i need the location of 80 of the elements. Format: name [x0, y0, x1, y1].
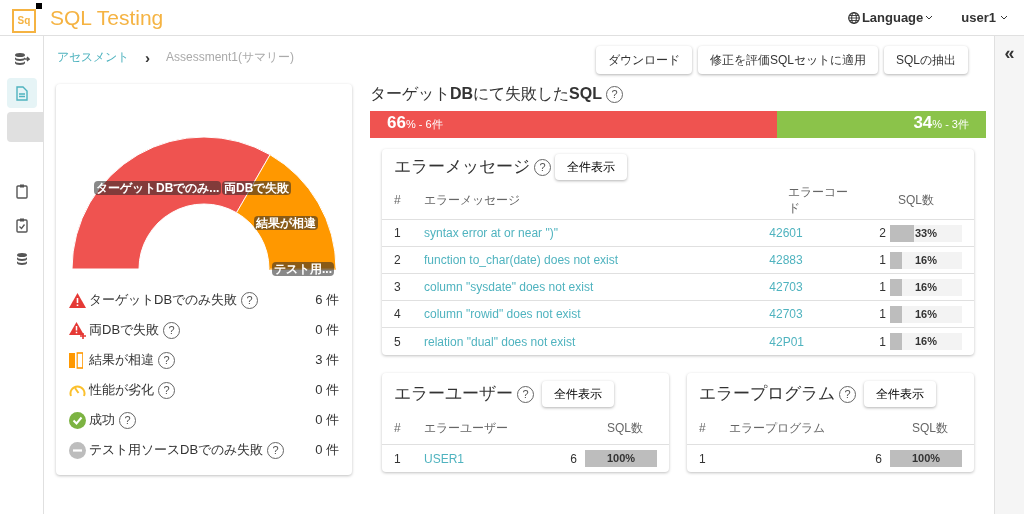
logo-mark: Sq: [12, 8, 36, 33]
document-icon: [16, 85, 28, 101]
show-all-button[interactable]: 全件表示: [555, 154, 627, 180]
column-header: SQL数: [912, 419, 949, 437]
table-cell-text: 6: [570, 450, 577, 468]
share-percent: 100%: [910, 451, 942, 467]
share-percent: 16%: [914, 306, 938, 322]
table-cell-text: 1: [879, 333, 886, 351]
clipboard-check-icon: [16, 217, 28, 233]
database-arrow-icon: [14, 52, 30, 66]
split-columns-icon: [69, 351, 83, 369]
legend-count: 0 件: [315, 411, 339, 430]
minus-circle-icon: [69, 441, 86, 459]
table-cell-text: 1: [879, 306, 886, 323]
column-header: エラープログラム: [729, 419, 826, 437]
legend-label: テスト用ソースDBでのみ失敗: [89, 441, 264, 460]
legend-label: 成功: [89, 411, 115, 430]
action-button[interactable]: 修正を評価SQLセットに適用: [697, 46, 878, 74]
language-menu[interactable]: Language: [847, 7, 934, 28]
warning-plus-icon: [69, 321, 87, 339]
table-cell-text: 1: [394, 450, 402, 468]
share-percent: 33%: [914, 225, 938, 241]
legend-count: 6 件: [315, 291, 339, 310]
breadcrumb-separator: ›: [145, 49, 150, 65]
slice-label: 結果が相違: [254, 216, 318, 230]
share-percent: 100%: [605, 451, 637, 467]
slice-label: 両DBで失敗: [222, 181, 292, 195]
column-header: エラーコード: [788, 183, 849, 216]
table-cell-text: 2: [879, 225, 886, 242]
ratio-label: 66% - 6件: [387, 111, 443, 134]
card-title: エラープログラム: [699, 383, 835, 406]
user-menu[interactable]: user1: [961, 7, 1008, 28]
legend-count: 0 件: [315, 381, 339, 400]
check-circle-icon: [69, 411, 86, 429]
legend-count: 3 件: [315, 351, 339, 370]
logo-square-icon: [36, 2, 42, 9]
table-cell-text: 1: [879, 279, 886, 296]
chevron-down-icon: [925, 15, 934, 20]
table-cell-text: 2: [394, 252, 402, 269]
chevron-down-icon: [1000, 15, 1008, 20]
table-cell-text: 4: [394, 306, 402, 323]
ratio-label: 34% - 3件: [913, 111, 969, 134]
slice-label: ターゲットDBでのみ...: [94, 181, 222, 195]
column-header: エラーユーザー: [424, 419, 509, 437]
legend-label: ターゲットDBでのみ失敗: [89, 291, 238, 310]
share-percent: 16%: [914, 279, 938, 295]
database-icon: [16, 252, 28, 266]
table-cell-text: 6: [875, 450, 882, 468]
card-title: エラーメッセージ: [394, 156, 530, 179]
card-title: エラーユーザー: [394, 383, 513, 406]
table-cell-text: 1: [699, 450, 707, 468]
legend-label: 両DBで失敗: [89, 321, 160, 340]
slice-label: テスト用...: [272, 262, 334, 276]
legend-count: 0 件: [315, 321, 339, 340]
table-cell-text: 3: [394, 279, 402, 296]
legend-label: 性能が劣化: [89, 381, 154, 400]
column-header: #: [394, 191, 402, 209]
show-all-button[interactable]: 全件表示: [542, 381, 614, 407]
globe-icon: [847, 11, 860, 24]
show-all-button[interactable]: 全件表示: [864, 381, 936, 407]
column-header: #: [699, 419, 707, 437]
column-header: SQL数: [607, 419, 644, 437]
legend-label: 結果が相違: [89, 351, 154, 370]
column-header: #: [394, 419, 402, 437]
breadcrumb-current: Assessment1(サマリー): [166, 49, 295, 66]
column-header: SQL数: [897, 191, 935, 209]
section-title: ターゲット DBにて失敗したSQL: [370, 84, 602, 104]
table-cell-text: 1: [394, 225, 402, 242]
warning-icon: [69, 292, 86, 308]
action-button[interactable]: SQLの抽出: [884, 46, 968, 74]
table-cell-text: 1: [879, 252, 886, 269]
gauge-icon: [69, 382, 86, 398]
share-percent: 16%: [914, 334, 938, 350]
column-header: エラーメッセージ: [424, 191, 521, 209]
clipboard-icon: [16, 183, 28, 199]
share-percent: 16%: [914, 252, 938, 268]
legend-count: 0 件: [315, 441, 339, 460]
action-button[interactable]: ダウンロード: [595, 46, 692, 74]
app-title: SQL Testing: [50, 4, 164, 31]
table-cell-text: 5: [394, 333, 402, 351]
